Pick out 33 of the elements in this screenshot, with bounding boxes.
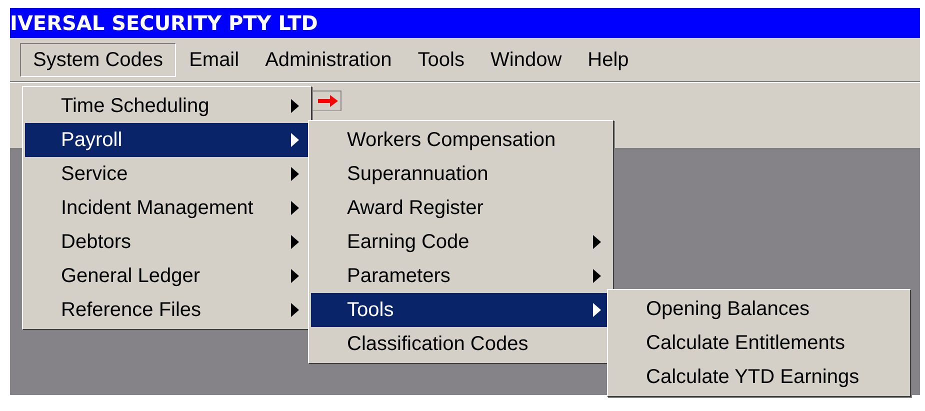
menu-item[interactable]: Award Register <box>311 191 611 225</box>
menu-item[interactable]: Service <box>25 157 309 191</box>
caret-icon <box>593 303 601 317</box>
menu-item[interactable]: Reference Files <box>25 293 309 327</box>
menu-bar-item[interactable]: Window <box>478 42 575 76</box>
caret-icon <box>291 303 299 317</box>
menu-bar-item[interactable]: Email <box>176 42 252 76</box>
menu-item[interactable]: Classification Codes <box>311 327 611 361</box>
menu-item[interactable]: Calculate Entitlements <box>610 326 908 360</box>
menu-bar-item[interactable]: Help <box>574 42 642 76</box>
caret-icon <box>593 235 601 249</box>
menu-item[interactable]: Earning Code <box>311 225 611 259</box>
caret-icon <box>291 133 299 147</box>
menu-item[interactable]: Time Scheduling <box>25 89 309 123</box>
caret-icon <box>291 269 299 283</box>
menu-bar-item[interactable]: Tools <box>404 42 478 76</box>
caret-icon <box>291 167 299 181</box>
menu-bar-item[interactable]: Administration <box>252 42 405 76</box>
menu-item[interactable]: Calculate YTD Earnings <box>610 360 908 394</box>
menu-item[interactable]: Parameters <box>311 259 611 293</box>
window-title: IVERSAL SECURITY PTY LTD <box>10 10 318 37</box>
menu-item[interactable]: Superannuation <box>311 157 611 191</box>
caret-icon <box>291 201 299 215</box>
caret-icon <box>291 235 299 249</box>
caret-icon <box>291 99 299 113</box>
menu-item[interactable]: General Ledger <box>25 259 309 293</box>
menu-item[interactable]: Payroll <box>25 123 309 157</box>
menu-item[interactable]: Opening Balances <box>610 292 908 326</box>
menu-item[interactable]: Workers Compensation <box>311 123 611 157</box>
menu-item[interactable]: Incident Management <box>25 191 309 225</box>
menu-item[interactable]: Debtors <box>25 225 309 259</box>
menu-bar-item[interactable]: System Codes <box>20 42 176 76</box>
caret-icon <box>593 269 601 283</box>
